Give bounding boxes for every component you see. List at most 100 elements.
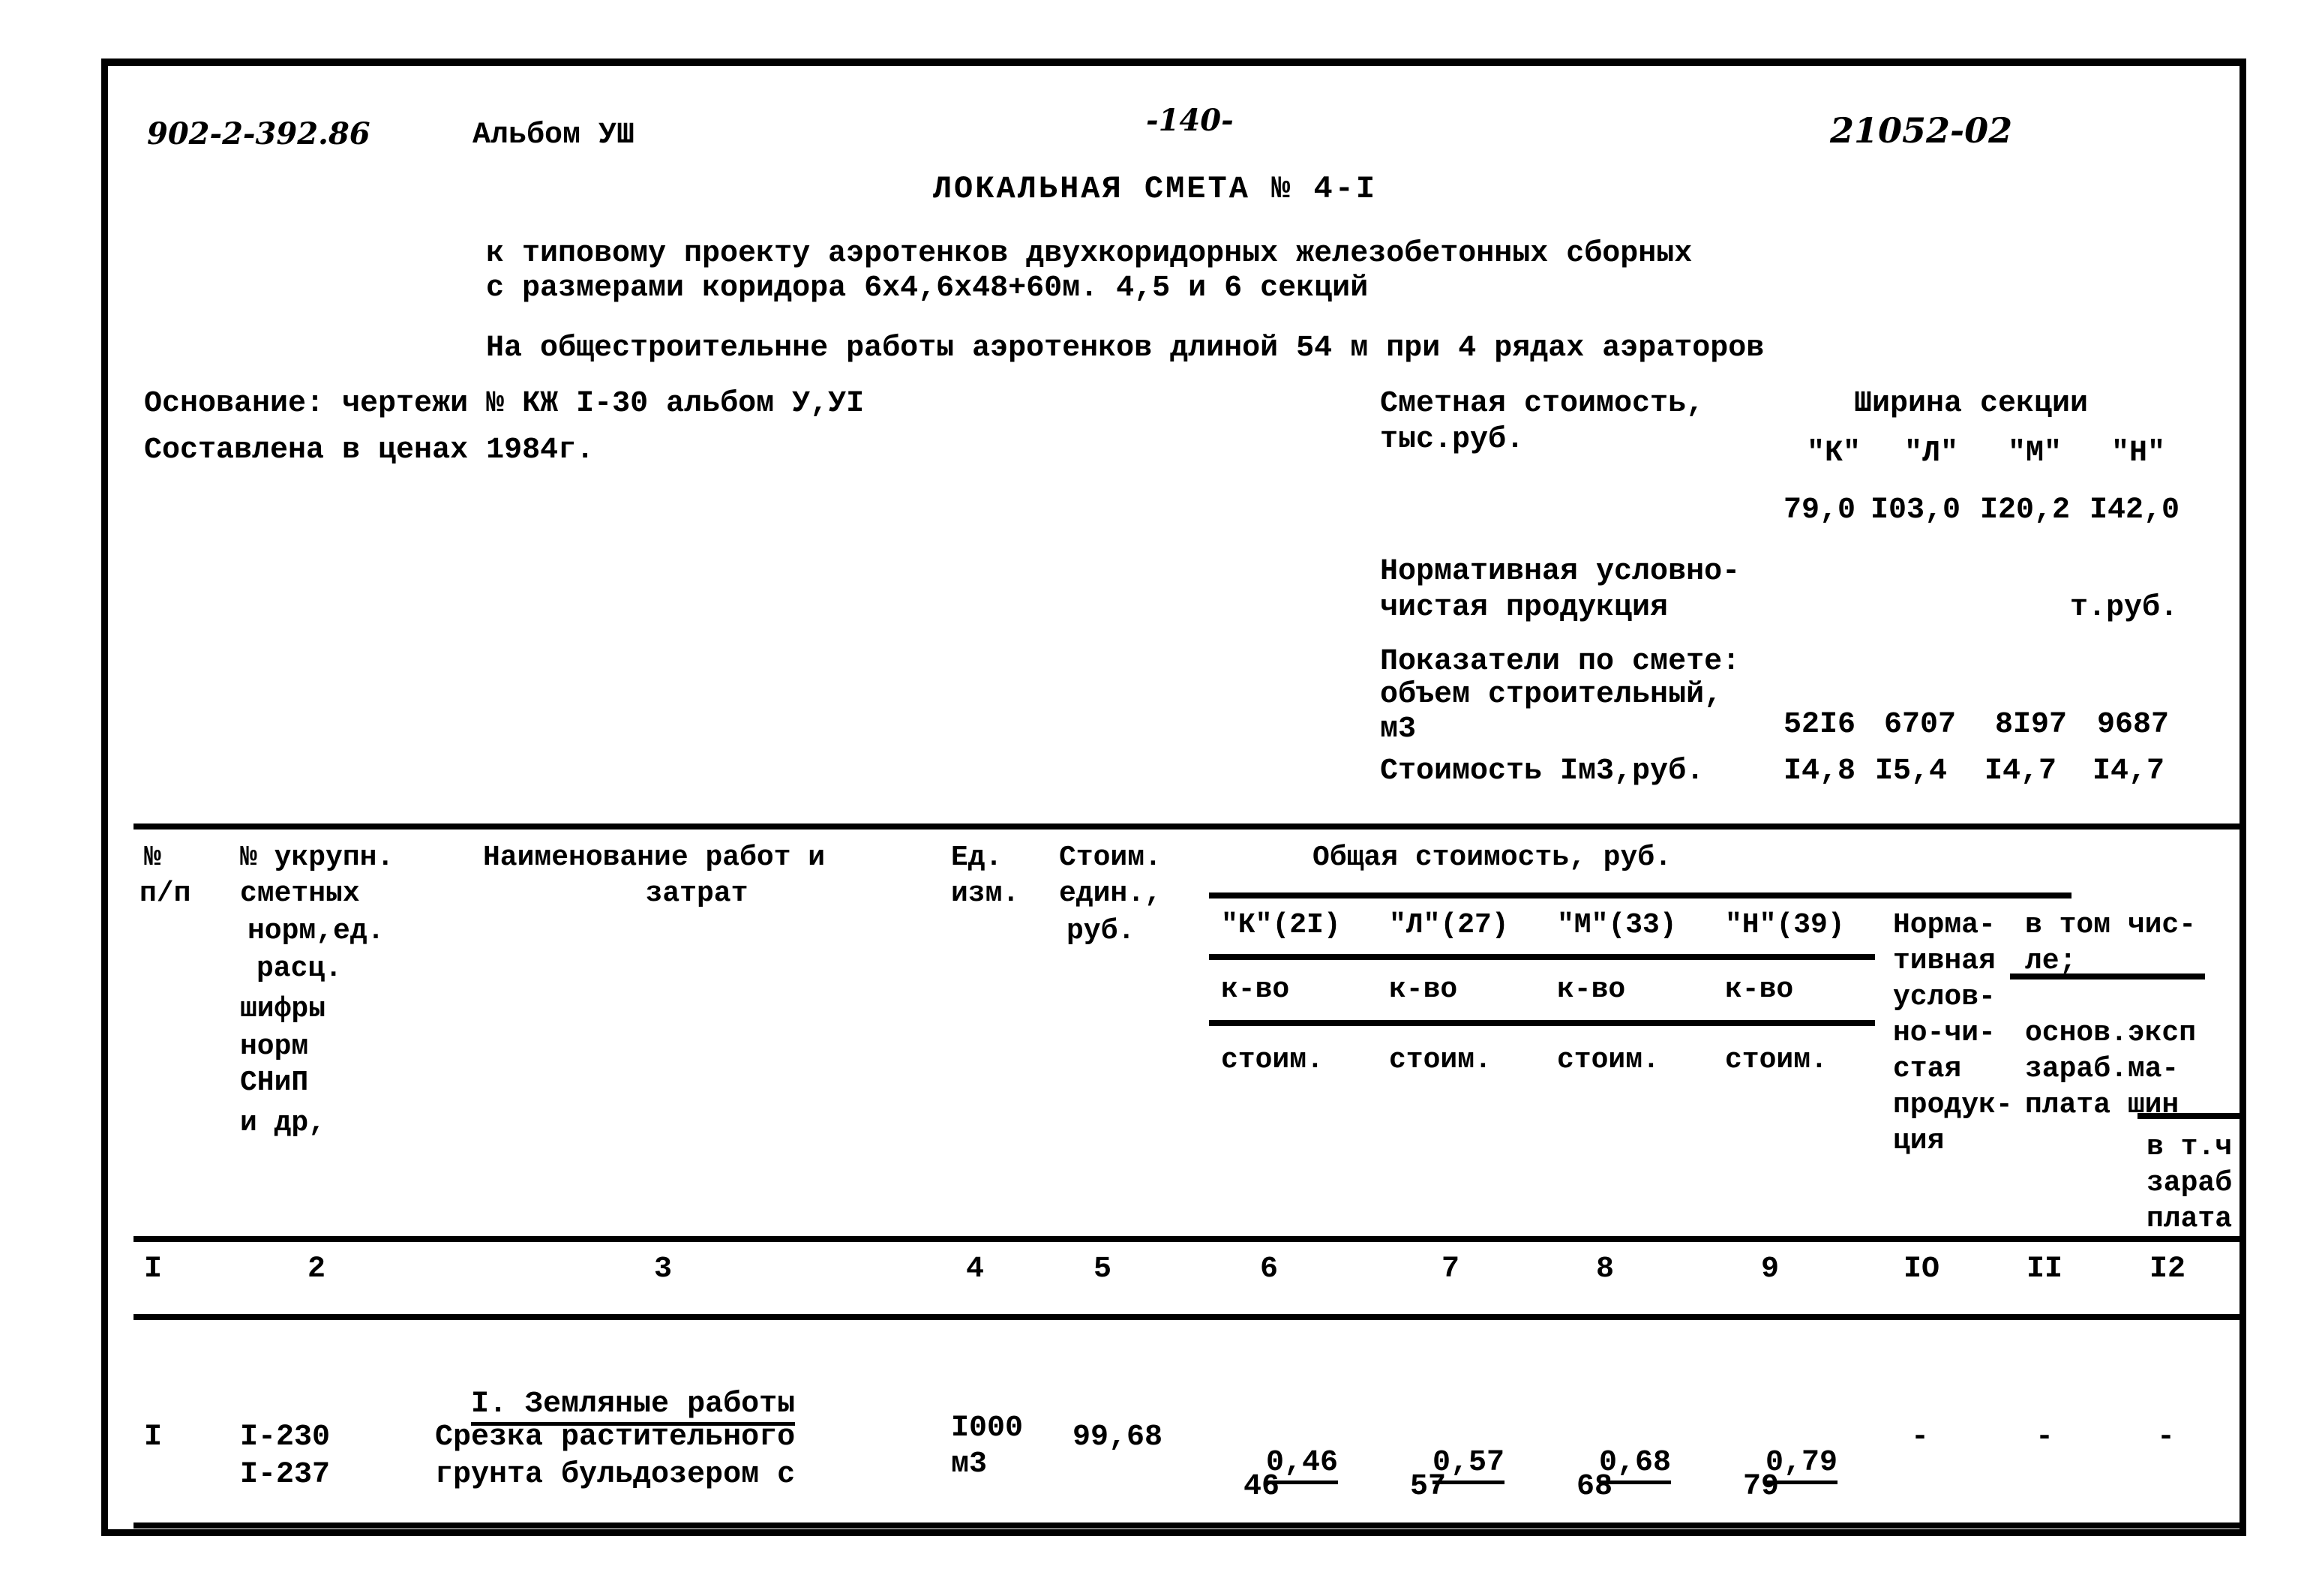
col-number-5: 5	[1094, 1252, 1112, 1286]
unit-cost-label: Стоимость Iм3,руб.	[1380, 754, 1705, 788]
numbering-top-rule	[134, 1236, 2241, 1242]
row-num: I	[144, 1420, 163, 1454]
table-bottom-rule	[134, 1522, 2241, 1528]
row-code-1: I-230	[240, 1420, 331, 1454]
col4-header-line-1: Ед.	[951, 842, 1003, 874]
group-header-label: Общая стоимость, руб.	[1312, 842, 1672, 874]
indicators-label: Показатели по смете:	[1380, 645, 1741, 679]
volume-m: 8I97	[1995, 708, 2068, 742]
row-unit-cost: 99,68	[1072, 1420, 1163, 1454]
col2-header-line-3: норм,ед.	[248, 915, 385, 947]
cost-label-k: стоим.	[1221, 1044, 1324, 1076]
doc-code: 902-2-392.86	[147, 116, 370, 152]
unit-cost-l: I5,4	[1875, 754, 1948, 788]
unit-cost-m: I4,7	[1984, 754, 2057, 788]
col12-header-line-3: плата	[2146, 1203, 2233, 1235]
qty-row-rule	[1209, 1020, 1875, 1026]
section-code-rule	[1209, 954, 1875, 960]
col-number-4: 4	[966, 1252, 985, 1286]
estimate-cost-label: Сметная стоимость,	[1380, 387, 1705, 421]
section-code-l: "Л"	[1904, 436, 1958, 470]
col2-header-line-7: СНиП	[240, 1066, 309, 1099]
estimate-cost-units: тыс.руб.	[1380, 423, 1525, 457]
cost-label-n: стоим.	[1725, 1044, 1828, 1076]
col-number-7: 7	[1442, 1252, 1460, 1286]
col11-body-line-3: плата шин	[2025, 1089, 2180, 1121]
col10-header-line-5: стая	[1893, 1053, 1962, 1085]
col-number-3: 3	[654, 1252, 673, 1286]
col5-header-line-1: Стоим.	[1059, 842, 1162, 874]
volume-label-line-2: м3	[1380, 712, 1417, 746]
col-number-1: I	[144, 1252, 163, 1286]
row-col10: -	[1911, 1420, 1930, 1454]
col2-header-line-1: № укрупн.	[240, 842, 394, 874]
col2-header-line-8: и др,	[240, 1107, 326, 1139]
row-unit-1: I000	[951, 1412, 1024, 1445]
col-number-2: 2	[308, 1252, 326, 1286]
col5-header-line-3: руб.	[1066, 915, 1136, 947]
page-title: ЛОКАЛЬНАЯ СМЕТА № 4-I	[932, 171, 1378, 207]
col-number-12: I2	[2150, 1252, 2186, 1286]
section-title: I. Земляные работы	[435, 1358, 796, 1426]
row-name-1: Срезка растительного	[435, 1420, 796, 1454]
row-name-2: грунта бульдозером с	[435, 1458, 796, 1492]
col1-header-line-2: п/п	[140, 878, 191, 910]
section-width-m: I20,2	[1980, 494, 2071, 527]
basis-line-2: Составлена в ценах 1984г.	[144, 434, 595, 467]
row-cost-k: 46	[1244, 1470, 1280, 1504]
volume-l: 6707	[1884, 708, 1957, 742]
qty-label-k: к-во	[1221, 974, 1290, 1006]
col2-header-line-5: шифры	[240, 993, 326, 1025]
sheet-code: 21052-02	[1830, 110, 2013, 151]
col11-body-line-2: зараб.ма-	[2025, 1053, 2180, 1085]
col2-header-line-6: норм	[240, 1030, 309, 1063]
npp-label-line-1: Нормативная условно-	[1380, 555, 1741, 589]
col11-header-line-2: ле;	[2025, 945, 2077, 977]
subtitle-line-3: На общестроительнне работы аэротенков дл…	[486, 332, 1765, 365]
album-label: Альбом УШ	[472, 118, 635, 152]
numbering-bottom-rule	[134, 1314, 2241, 1320]
unit-cost-n: I4,7	[2092, 754, 2165, 788]
npp-label-line-2: чистая продукция	[1380, 591, 1669, 625]
col-number-6: 6	[1260, 1252, 1279, 1286]
col3-header-line-2: затрат	[645, 878, 748, 910]
section-col-k: "К"(2I)	[1221, 909, 1341, 941]
subtitle-line-2: с размерами коридора 6х4,6х48+60м. 4,5 и…	[486, 272, 1369, 305]
col4-header-line-2: изм.	[951, 878, 1020, 910]
section-width-l: I03,0	[1870, 494, 1961, 527]
section-col-l: "Л"(27)	[1389, 909, 1509, 941]
row-code-2: I-237	[240, 1458, 331, 1492]
row-unit-2: м3	[951, 1448, 988, 1481]
row-col11: -	[2036, 1420, 2054, 1454]
unit-cost-k: I4,8	[1784, 754, 1856, 788]
col1-header-line-1: №	[144, 842, 161, 874]
col11-body-line-1: основ.эксп	[2025, 1017, 2197, 1049]
col5-header-line-2: един.,	[1059, 878, 1162, 910]
section-width-k: 79,0	[1784, 494, 1856, 527]
npp-units: т.руб.	[2070, 591, 2179, 625]
col10-header-line-6: продук-	[1893, 1089, 2013, 1121]
section-col-n: "Н"(39)	[1725, 909, 1845, 941]
col10-header-line-2: тивная	[1893, 945, 1996, 977]
volume-n: 9687	[2097, 708, 2170, 742]
basis-line-1: Основание: чертежи № КЖ I-30 альбом У,УI	[144, 387, 865, 421]
section-code-n: "Н"	[2110, 436, 2165, 470]
subtitle-line-1: к типовому проекту аэротенков двухкоридо…	[486, 237, 1693, 271]
col2-header-line-2: сметных	[240, 878, 360, 910]
col11-header-line-1: в том чис-	[2025, 909, 2197, 941]
volume-k: 52I6	[1784, 708, 1856, 742]
section-code-k: "К"	[1806, 436, 1861, 470]
row-cost-m: 68	[1576, 1470, 1613, 1504]
col12-header-line-1: в т.ч	[2146, 1131, 2233, 1163]
col10-header-line-1: Норма-	[1893, 909, 1996, 941]
qty-label-l: к-во	[1389, 974, 1458, 1006]
section-code-m: "М"	[2007, 436, 2062, 470]
section-width-title: Ширина секции	[1854, 387, 2089, 421]
page-number: -140-	[1146, 103, 1234, 138]
section-col-m: "М"(33)	[1557, 909, 1677, 941]
col-number-11: II	[2026, 1252, 2063, 1286]
col-number-10: IO	[1904, 1252, 1940, 1286]
row-cost-n: 79	[1743, 1470, 1780, 1504]
qty-label-m: к-во	[1557, 974, 1626, 1006]
col2-header-line-4: расц.	[256, 952, 343, 985]
